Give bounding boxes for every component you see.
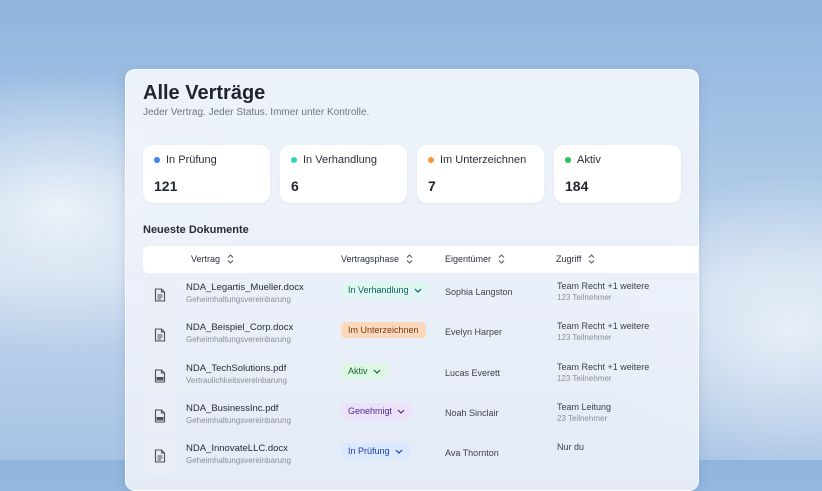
table-row[interactable]: NDA_BusinessInc.pdf Geheimhaltungsverein… [143,398,698,438]
page-title: Alle Verträge [143,82,266,104]
table-row[interactable]: NDA_Legartis_Mueller.docx Geheimhaltungs… [143,277,698,317]
docx-file-icon [143,438,177,474]
table-header: Vertrag Vertragsphase Eigentümer Zugriff [143,246,698,273]
section-title: Neueste Dokumente [143,224,249,236]
owner-name: Sophia Langston [445,287,513,297]
stat-card-im-unterzeichnen[interactable]: Im Unterzeichnen 7 [417,145,544,203]
member-count: 23 Teilnehmer [557,414,608,423]
docx-file-icon [143,317,177,353]
stat-card-in-pruefung[interactable]: In Prüfung 121 [143,145,270,203]
pdf-file-icon [143,358,177,394]
column-header-zugriff[interactable]: Zugriff [556,254,595,264]
sort-icon[interactable] [588,254,595,264]
contracts-panel: Alle Verträge Jeder Vertrag. Jeder Statu… [125,69,699,491]
sort-icon[interactable] [498,254,505,264]
stat-label: In Prüfung [166,154,217,166]
stat-value: 7 [428,178,436,194]
owner-name: Lucas Everett [445,368,501,378]
access-label: Nur du [557,442,585,452]
file-type: Geheimhaltungsvereinbarung [186,335,291,344]
page-subtitle: Jeder Vertrag. Jeder Status. Immer unter… [143,107,370,118]
chevron-down-icon [395,446,403,456]
file-name[interactable]: NDA_Beispiel_Corp.docx [186,322,293,333]
chevron-down-icon [414,285,422,295]
chevron-down-icon [397,406,405,416]
access-label: Team Recht +1 weitere [557,321,650,331]
file-type: Geheimhaltungsvereinbarung [186,295,291,304]
owner-name: Ava Thornton [445,448,499,458]
member-count: 123 Teilnehmer [557,293,612,302]
stat-value: 121 [154,178,178,194]
status-dot [291,157,297,163]
table-row[interactable]: NDA_TechSolutions.pdf Vertraulichkeitsve… [143,358,698,398]
phase-dropdown[interactable]: Genehmigt [341,403,413,419]
phase-dropdown[interactable]: Aktiv [341,363,388,379]
owner-name: Evelyn Harper [445,327,503,337]
stat-card-in-verhandlung[interactable]: In Verhandlung 6 [280,145,407,203]
file-name[interactable]: NDA_TechSolutions.pdf [186,363,286,374]
file-type: Geheimhaltungsvereinbarung [186,416,291,425]
file-name[interactable]: NDA_InnovateLLC.docx [186,443,288,454]
file-name[interactable]: NDA_BusinessInc.pdf [186,403,278,414]
phase-dropdown[interactable]: In Verhandlung [341,282,429,298]
column-header-eigentuemer[interactable]: Eigentümer [445,254,505,264]
phase-badge[interactable]: Im Unterzeichnen [341,322,426,338]
file-name[interactable]: NDA_Legartis_Mueller.docx [186,282,304,293]
member-count: 123 Teilnehmer [557,374,612,383]
file-type: Vertraulichkeitsvereinbarung [186,376,287,385]
stat-value: 184 [565,178,589,194]
access-label: Team Recht +1 weitere [557,362,650,372]
pdf-file-icon [143,398,177,434]
chevron-down-icon [373,366,381,376]
column-header-vertragsphase[interactable]: Vertragsphase [341,254,413,264]
member-count: 123 Teilnehmer [557,333,612,342]
stat-card-aktiv[interactable]: Aktiv 184 [554,145,681,203]
column-header-vertrag[interactable]: Vertrag [191,254,234,264]
status-dot [154,157,160,163]
file-type: Geheimhaltungsvereinbarung [186,456,291,465]
stat-label: Im Unterzeichnen [440,154,527,166]
sort-icon[interactable] [227,254,234,264]
table-row[interactable]: NDA_InnovateLLC.docx Geheimhaltungsverei… [143,438,698,478]
stat-value: 6 [291,178,299,194]
status-dot [565,157,571,163]
access-label: Team Leitung [557,402,612,412]
status-dot [428,157,434,163]
phase-dropdown[interactable]: In Prüfung [341,443,410,459]
stat-label: In Verhandlung [303,154,378,166]
access-label: Team Recht +1 weitere [557,281,650,291]
sort-icon[interactable] [406,254,413,264]
docx-file-icon [143,277,177,313]
stat-label: Aktiv [577,154,601,166]
table-row[interactable]: NDA_Beispiel_Corp.docx Geheimhaltungsver… [143,317,698,357]
owner-name: Noah Sinclair [445,408,499,418]
